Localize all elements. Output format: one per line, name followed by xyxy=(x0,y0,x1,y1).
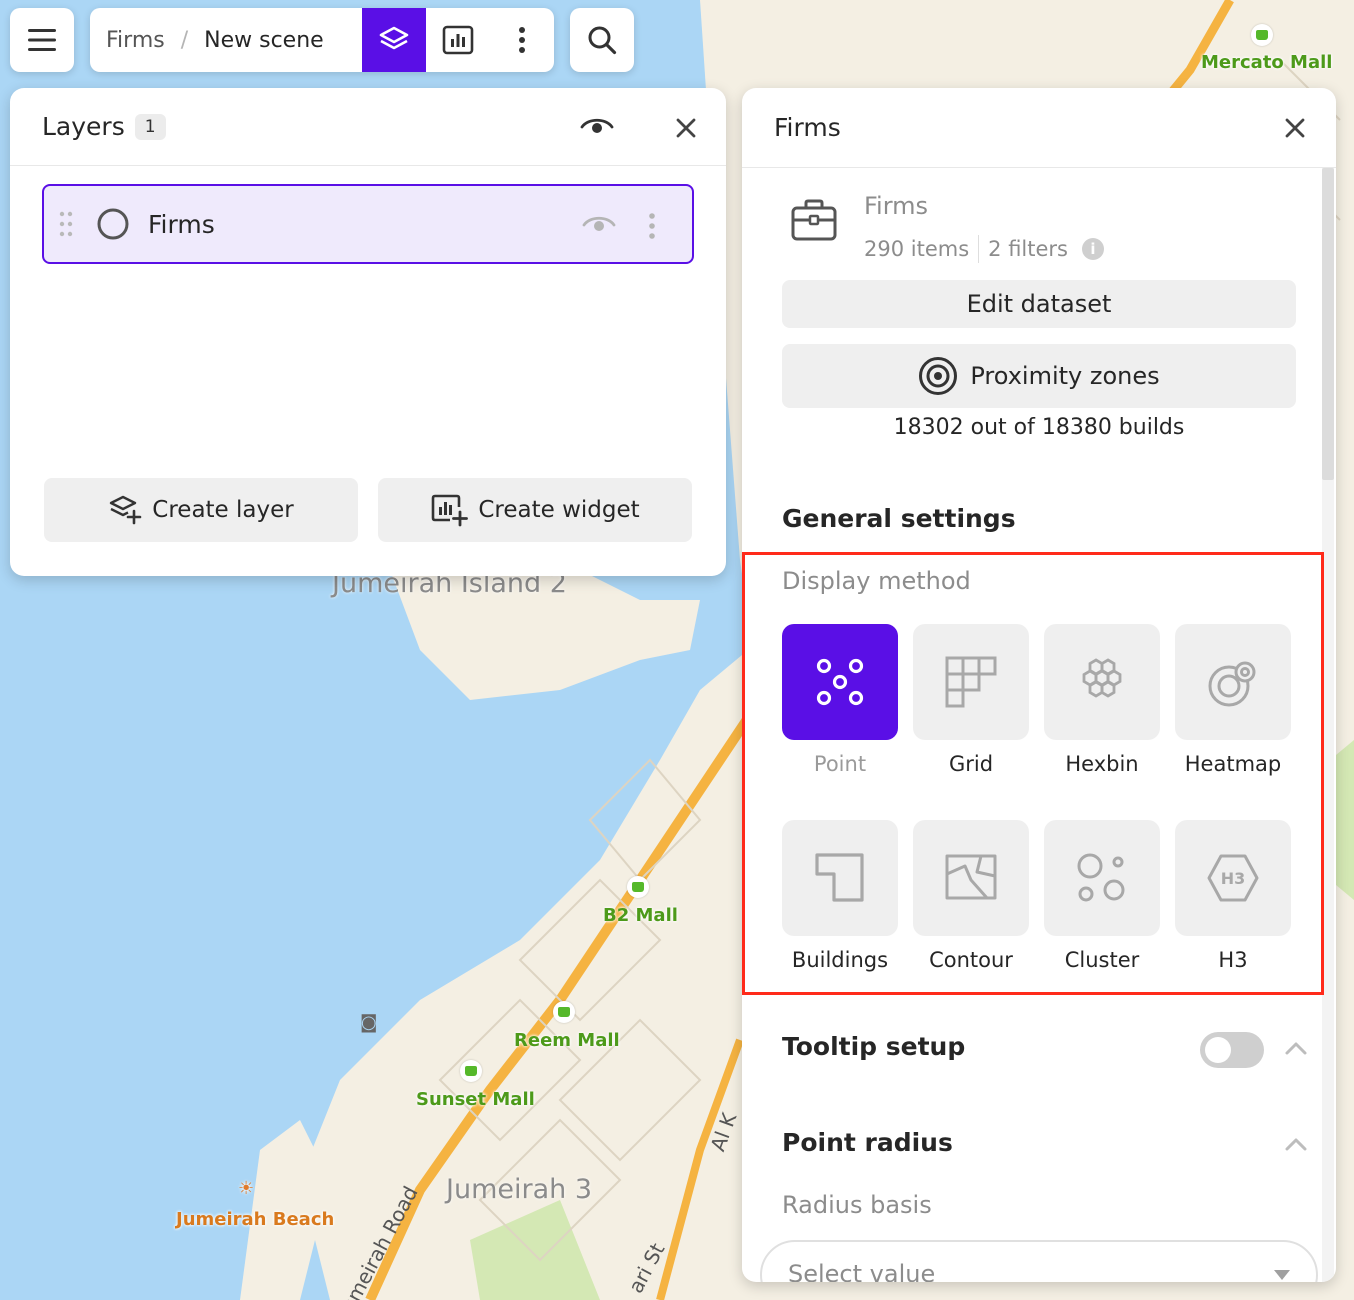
more-options-button[interactable] xyxy=(490,8,554,72)
camera-poi-icon[interactable]: ◙ xyxy=(360,1012,377,1033)
map-label-jumeirah-3: Jumeirah 3 xyxy=(446,1174,593,1205)
tooltip-setup-title: Tooltip setup xyxy=(782,1032,966,1061)
target-icon xyxy=(919,357,958,395)
breadcrumb-separator: / xyxy=(180,27,189,53)
map-label-b2-mall[interactable]: B2 Mall xyxy=(603,905,678,926)
point-radius-title: Point radius xyxy=(782,1128,953,1157)
builds-status-text: 18302 out of 18380 builds xyxy=(893,415,1185,440)
briefcase-icon xyxy=(791,199,837,241)
beach-icon: ☀ xyxy=(238,1178,255,1199)
point-layer-icon xyxy=(97,208,129,240)
create-layer-label: Create layer xyxy=(152,497,294,523)
layer-settings-header: Firms xyxy=(742,88,1336,168)
create-widget-button[interactable]: Create widget xyxy=(378,478,692,542)
breadcrumb-scene[interactable]: New scene xyxy=(204,28,324,53)
close-icon[interactable] xyxy=(1284,117,1306,139)
layers-icon xyxy=(379,26,409,50)
mall-pin-icon[interactable] xyxy=(1251,24,1273,46)
general-settings-title: General settings xyxy=(782,504,1016,533)
dataset-items-count: 290 items xyxy=(864,237,970,261)
tooltip-toggle[interactable] xyxy=(1200,1032,1264,1068)
select-placeholder: Select value xyxy=(788,1260,936,1282)
radius-basis-select[interactable]: Select value xyxy=(760,1240,1318,1282)
map-label-mercato-mall[interactable]: Mercato Mall xyxy=(1201,52,1332,73)
search-button[interactable] xyxy=(570,8,634,72)
chevron-down-icon xyxy=(1274,1270,1290,1280)
layer-item-firms[interactable]: Firms xyxy=(42,184,694,264)
eye-icon[interactable] xyxy=(580,116,614,138)
layers-panel-header: Layers 1 xyxy=(10,88,726,166)
layer-item-label: Firms xyxy=(148,209,215,239)
edit-dataset-label: Edit dataset xyxy=(966,290,1112,318)
layer-settings-title: Firms xyxy=(774,113,841,142)
breadcrumb: Firms / New scene xyxy=(90,28,362,53)
drag-handle-icon[interactable] xyxy=(58,210,74,238)
add-layer-icon xyxy=(110,495,142,525)
radius-basis-label: Radius basis xyxy=(782,1191,932,1219)
search-icon xyxy=(588,26,617,55)
map-label-sunset-mall[interactable]: Sunset Mall xyxy=(416,1089,535,1110)
hamburger-menu-icon xyxy=(28,29,56,51)
mall-pin-icon[interactable] xyxy=(553,1001,575,1023)
scrollbar-thumb[interactable] xyxy=(1322,168,1334,480)
proximity-zones-button[interactable]: Proximity zones xyxy=(782,344,1296,408)
add-widget-icon xyxy=(432,494,469,527)
eye-icon[interactable] xyxy=(582,214,616,236)
create-layer-button[interactable]: Create layer xyxy=(44,478,358,542)
create-widget-label: Create widget xyxy=(478,497,640,523)
chart-widget-icon xyxy=(442,25,474,55)
dataset-filters-count[interactable]: 2 filters xyxy=(988,237,1068,261)
mall-pin-icon[interactable] xyxy=(627,876,649,898)
dataset-name: Firms xyxy=(864,192,929,220)
info-icon[interactable]: i xyxy=(1081,238,1104,260)
meta-divider xyxy=(978,235,980,263)
chevron-up-icon[interactable] xyxy=(1284,1136,1308,1152)
more-vertical-icon[interactable] xyxy=(648,212,656,240)
chevron-up-icon[interactable] xyxy=(1284,1040,1308,1056)
layers-count-badge: 1 xyxy=(134,113,166,140)
breadcrumb-project[interactable]: Firms xyxy=(106,28,165,53)
map-label-reem-mall[interactable]: Reem Mall xyxy=(514,1030,620,1051)
scene-toolbar: Firms / New scene xyxy=(90,8,554,72)
widgets-toggle-button[interactable] xyxy=(426,8,490,72)
annotation-highlight-box xyxy=(742,552,1324,995)
layers-panel: Layers 1 Firms Create layer Create widge… xyxy=(10,88,726,576)
map-label-jumeirah-beach[interactable]: Jumeirah Beach xyxy=(176,1209,334,1230)
layers-panel-title: Layers xyxy=(42,112,125,141)
layers-toggle-button[interactable] xyxy=(362,8,426,72)
close-icon[interactable] xyxy=(675,117,697,139)
menu-button[interactable] xyxy=(10,8,74,72)
dataset-meta: 290 items 2 filters i xyxy=(864,235,1104,263)
more-vertical-icon xyxy=(519,27,525,53)
mall-pin-icon[interactable] xyxy=(460,1060,482,1082)
edit-dataset-button[interactable]: Edit dataset xyxy=(782,280,1296,328)
proximity-zones-label: Proximity zones xyxy=(970,362,1160,390)
